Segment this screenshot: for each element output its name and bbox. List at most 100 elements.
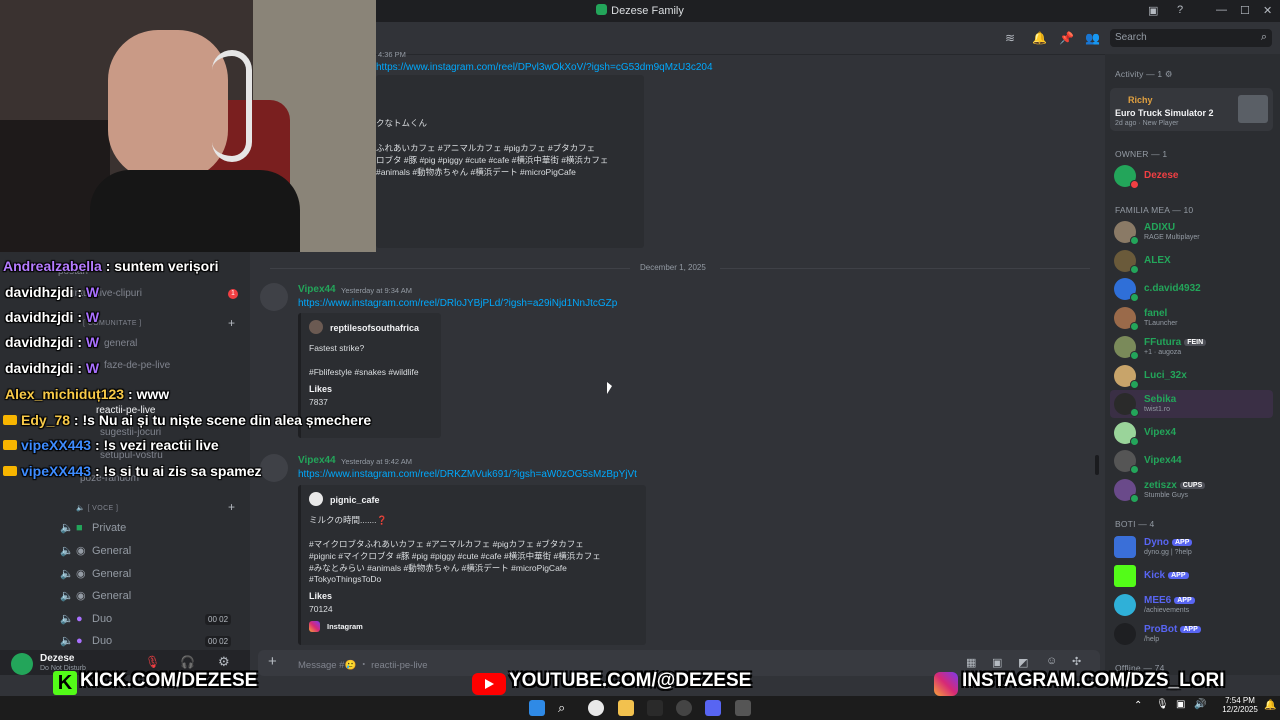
gif-icon[interactable]: ▣ (992, 656, 1002, 669)
avatar[interactable] (260, 454, 288, 482)
member-alex[interactable]: ALEX (1114, 249, 1274, 274)
category-voice[interactable]: 🔈 [ VOCE ] (76, 504, 118, 512)
chat-line: Alex_michiduț123 : www (5, 386, 170, 402)
gift-icon[interactable]: ▦ (966, 656, 976, 669)
volume-icon[interactable]: 🔊 (1194, 699, 1206, 710)
status-dot (1130, 380, 1139, 389)
app-badge: APP (1172, 539, 1193, 546)
voice-channel-private[interactable]: 🔈 ■ Private (60, 521, 126, 534)
voice-channel-duo-1[interactable]: 🔈 ● Duo (60, 612, 112, 625)
truck-game-icon (1238, 95, 1268, 123)
terminal-icon[interactable] (647, 700, 663, 716)
member-kick[interactable]: Kick APP (1114, 564, 1274, 588)
member-adixu[interactable]: ADIXU RAGE Multiplayer (1114, 220, 1274, 245)
help-icon[interactable]: ? (1177, 4, 1183, 16)
chevron-up-icon[interactable]: ⌃ (1134, 700, 1142, 711)
message-link[interactable]: https://www.instagram.com/reel/DRKZMVuk6… (298, 469, 637, 480)
status-dot (1130, 180, 1139, 189)
embed-text: ふれあいカフェ #アニマルカフェ #pigカフェ #ブタカフェ (376, 143, 596, 153)
embed-author[interactable]: reptilesofsouthafrica (330, 323, 419, 333)
close-icon[interactable]: ✕ (1263, 4, 1272, 17)
member-zetiszx[interactable]: zetiszx CUPS Stumble Guys (1114, 478, 1274, 503)
clock[interactable]: 7:54 PM 12/2/2025 (1222, 696, 1258, 714)
add-voice-channel-icon[interactable]: + (228, 500, 235, 514)
voice-channel-general-1[interactable]: 🔈 ◉ General (60, 544, 131, 557)
member-probot[interactable]: ProBot APP/help (1114, 622, 1274, 646)
channel-faze[interactable]: faze-de-pe-live (104, 360, 170, 371)
bell-icon[interactable]: 🔔 (1032, 31, 1047, 45)
message-author[interactable]: Vipex44 (298, 284, 336, 295)
chrome-icon[interactable] (588, 700, 604, 716)
kick-banner: KICK.COM/DEZESE (80, 670, 258, 691)
kick-logo-icon (1114, 565, 1136, 587)
notification-bell-icon[interactable]: 🔔 (1264, 700, 1276, 711)
avatar[interactable] (11, 653, 33, 675)
message-link[interactable]: https://www.instagram.com/reel/DRloJYBjP… (298, 298, 617, 309)
add-attachment-icon[interactable]: + (268, 653, 277, 670)
member-dyno[interactable]: Dyno APP dyno.gg | ?help (1114, 535, 1274, 559)
channel-general[interactable]: general (104, 338, 137, 349)
message-input[interactable]: Message #🥲 ・ reactii-pe-live (298, 657, 428, 671)
mic-muted-icon[interactable]: 🎙 (145, 655, 160, 669)
webcam-face (108, 30, 228, 180)
microphone-icon[interactable]: 🎙 (1156, 699, 1169, 710)
message-link[interactable]: https://www.instagram.com/reel/DPvl3wOkX… (376, 62, 713, 73)
member-sebika[interactable]: Sebika twist1.ro (1114, 392, 1274, 417)
activity-card[interactable]: Richy Euro Truck Simulator 2 2d ago · Ne… (1110, 88, 1273, 131)
status-dot (1130, 293, 1139, 302)
settings-gear-icon[interactable] (735, 700, 751, 716)
scrollbar-thumb[interactable] (1095, 455, 1099, 475)
add-channel-icon[interactable]: + (228, 316, 235, 330)
embed-text: #animals #動物赤ちゃん #横浜デート #microPigCafe (376, 167, 576, 177)
member-vipex4[interactable]: Vipex4 (1114, 421, 1274, 446)
member-cdavid[interactable]: c.david4932 (1114, 277, 1274, 302)
speaker-icon: 🔈 (60, 522, 74, 534)
apps-icon[interactable]: ✣ (1072, 655, 1081, 668)
emoji-icon[interactable]: ☺ (1046, 655, 1057, 667)
duo-user-count: 00 02 (205, 614, 232, 625)
activity-user: Richy (1128, 95, 1153, 105)
voice-channel-general-3[interactable]: 🔈 ◉ General (60, 589, 131, 602)
youtube-logo-icon (472, 673, 506, 695)
gear-icon[interactable]: ⚙ (1165, 69, 1173, 79)
settings-gear-icon[interactable]: ⚙ (218, 654, 230, 670)
discord-icon[interactable] (705, 700, 721, 716)
obs-icon[interactable] (676, 700, 692, 716)
headphones-icon (212, 50, 252, 162)
folder-icon[interactable] (618, 700, 634, 716)
maximize-icon[interactable]: ☐ (1240, 4, 1250, 17)
voice-channel-duo-2[interactable]: 🔈 ● Duo (60, 634, 112, 647)
message-author[interactable]: Vipex44 (298, 455, 336, 466)
member-vipex44[interactable]: Vipex44 (1114, 449, 1274, 474)
network-icon[interactable]: ▣ (1176, 699, 1185, 710)
sticker-icon[interactable]: ◩ (1018, 656, 1028, 669)
member-name: Luci_32x (1144, 370, 1187, 381)
speaker-icon: 🔈 (60, 568, 74, 580)
message-timestamp: Yesterday at 9:42 AM (341, 457, 413, 466)
windows-start-icon[interactable] (529, 700, 545, 716)
avatar[interactable] (260, 283, 288, 311)
voice-channel-general-2[interactable]: 🔈 ◉ General (60, 567, 131, 580)
search-icon[interactable]: ⌕ (558, 700, 574, 716)
member-ffutura[interactable]: FFutura FEIN +1 · augoza (1114, 335, 1274, 360)
date-divider: December 1, 2025 (640, 263, 706, 272)
embed-author[interactable]: pignic_cafe (330, 495, 380, 505)
member-name: c.david4932 (1144, 283, 1201, 294)
member-name: ALEX (1144, 255, 1171, 266)
member-name: MEE6 (1144, 595, 1172, 606)
user-name[interactable]: Dezese (40, 653, 74, 664)
chat-line: davidhzjdi : W (5, 309, 100, 325)
headphones-muted-icon[interactable]: 🎧 (180, 655, 195, 669)
minimize-icon[interactable]: — (1216, 4, 1227, 16)
inbox-icon[interactable]: ▣ (1148, 4, 1158, 17)
status-dot (1130, 494, 1139, 503)
member-name: ADIXU (1144, 222, 1176, 233)
threads-icon[interactable]: ≋ (1005, 31, 1015, 45)
search-input[interactable]: Search ⌕ (1110, 29, 1272, 47)
pin-icon[interactable]: 📌 (1059, 31, 1074, 45)
member-luci[interactable]: Luci_32x (1114, 364, 1274, 389)
member-owner[interactable]: Dezese (1114, 164, 1274, 189)
member-fanel[interactable]: fanel TLauncher (1114, 306, 1274, 331)
members-list-icon[interactable]: 👥 (1085, 31, 1100, 45)
member-mee6[interactable]: MEE6 APP/achievements (1114, 593, 1274, 617)
